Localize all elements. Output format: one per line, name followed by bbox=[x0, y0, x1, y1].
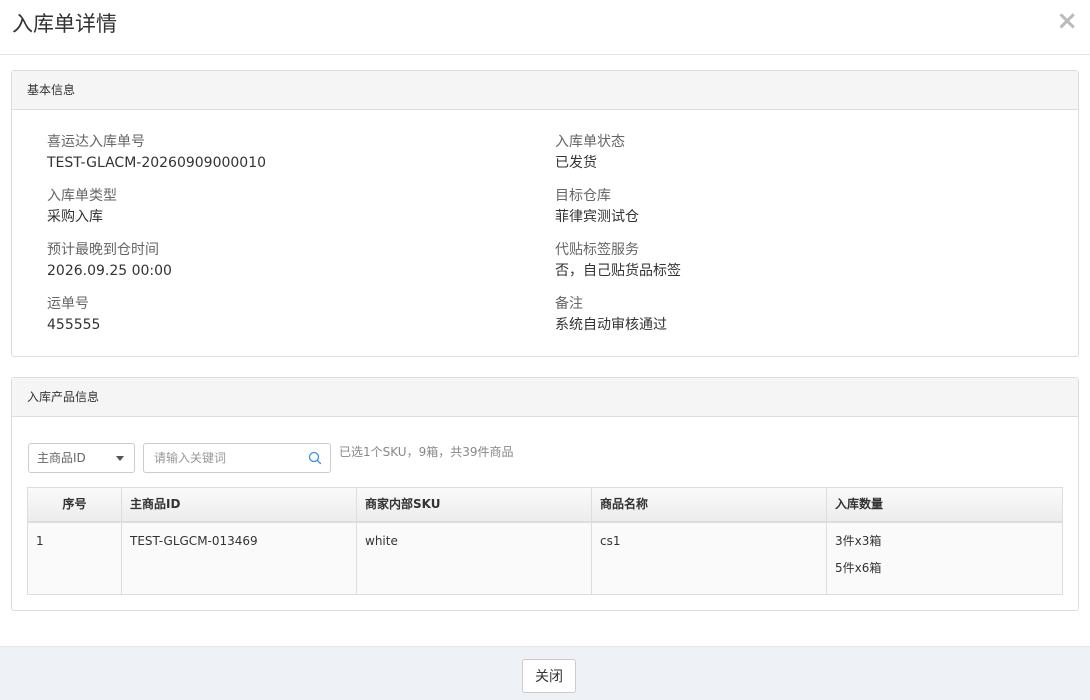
info-order-status: 入库单状态 已发货 bbox=[555, 132, 625, 173]
info-label: 代贴标签服务 bbox=[555, 242, 639, 258]
column-header-product-id: 主商品ID bbox=[122, 488, 357, 521]
products-heading: 入库产品信息 bbox=[12, 378, 1078, 417]
info-order-type: 入库单类型 采购入库 bbox=[47, 186, 117, 227]
selection-summary: 已选1个SKU，9箱，共39件商品 bbox=[339, 445, 514, 459]
search-icon[interactable] bbox=[308, 451, 322, 465]
quantity-line: 5件x6箱 bbox=[835, 561, 882, 575]
basic-info-heading: 基本信息 bbox=[12, 71, 1078, 110]
info-label: 备注 bbox=[555, 296, 583, 312]
info-value: TEST-GLACM-20260909000010 bbox=[47, 155, 267, 171]
basic-info-panel: 基本信息 喜运达入库单号 TEST-GLACM-20260909000010 入… bbox=[11, 70, 1079, 357]
info-label: 入库单状态 bbox=[555, 134, 625, 150]
info-label-service: 代贴标签服务 否，自己贴货品标签 bbox=[555, 240, 681, 281]
close-icon[interactable]: × bbox=[1056, 8, 1078, 34]
column-header-index: 序号 bbox=[28, 488, 122, 521]
info-value: 系统自动审核通过 bbox=[555, 317, 667, 333]
info-label: 目标仓库 bbox=[555, 188, 611, 204]
modal-footer: 关闭 bbox=[0, 646, 1090, 700]
filter-field-select[interactable]: 主商品ID bbox=[28, 443, 135, 473]
info-label: 运单号 bbox=[47, 296, 89, 312]
info-arrival-time: 预计最晚到仓时间 2026.09.25 00:00 bbox=[47, 240, 172, 281]
cell-product-id: TEST-GLGCM-013469 bbox=[122, 523, 357, 594]
info-label: 预计最晚到仓时间 bbox=[47, 242, 159, 258]
info-waybill: 运单号 455555 bbox=[47, 294, 100, 335]
modal-title: 入库单详情 bbox=[12, 12, 117, 36]
info-remark: 备注 系统自动审核通过 bbox=[555, 294, 667, 335]
filter-select-value: 主商品ID bbox=[37, 451, 86, 465]
cell-name: cs1 bbox=[592, 523, 827, 594]
info-value: 455555 bbox=[47, 317, 101, 333]
info-value: 否，自己贴货品标签 bbox=[555, 263, 681, 279]
info-label: 入库单类型 bbox=[47, 188, 117, 204]
cell-index: 1 bbox=[28, 523, 122, 594]
products-panel: 入库产品信息 主商品ID 已选1个SKU，9箱，共39件商品 序号 主商品ID … bbox=[11, 377, 1079, 611]
table-row: 1 TEST-GLGCM-013469 white cs1 3件x3箱 5件x6… bbox=[28, 523, 1062, 594]
close-button[interactable]: 关闭 bbox=[522, 659, 576, 693]
info-value: 采购入库 bbox=[47, 209, 103, 225]
modal-header: 入库单详情 × bbox=[0, 0, 1090, 55]
info-value: 2026.09.25 00:00 bbox=[47, 263, 172, 279]
products-table: 序号 主商品ID 商家内部SKU 商品名称 入库数量 1 TEST-GLGCM-… bbox=[27, 487, 1063, 595]
cell-sku: white bbox=[357, 523, 592, 594]
column-header-name: 商品名称 bbox=[592, 488, 827, 521]
column-header-quantity: 入库数量 bbox=[835, 497, 884, 511]
table-header: 序号 主商品ID 商家内部SKU 商品名称 入库数量 bbox=[28, 488, 1062, 523]
quantity-line: 3件x3箱 bbox=[835, 534, 882, 548]
info-order-number: 喜运达入库单号 TEST-GLACM-20260909000010 bbox=[47, 132, 266, 173]
info-label: 喜运达入库单号 bbox=[47, 134, 145, 150]
search-box bbox=[143, 443, 331, 473]
info-value: 菲律宾测试仓 bbox=[555, 209, 639, 225]
caret-down-icon bbox=[116, 456, 124, 461]
search-input[interactable] bbox=[144, 444, 304, 472]
cell-quantity: 3件x3箱 5件x6箱 bbox=[827, 523, 1062, 594]
info-target-warehouse: 目标仓库 菲律宾测试仓 bbox=[555, 186, 639, 227]
info-value: 已发货 bbox=[555, 155, 597, 171]
column-header-sku: 商家内部SKU bbox=[357, 488, 592, 521]
